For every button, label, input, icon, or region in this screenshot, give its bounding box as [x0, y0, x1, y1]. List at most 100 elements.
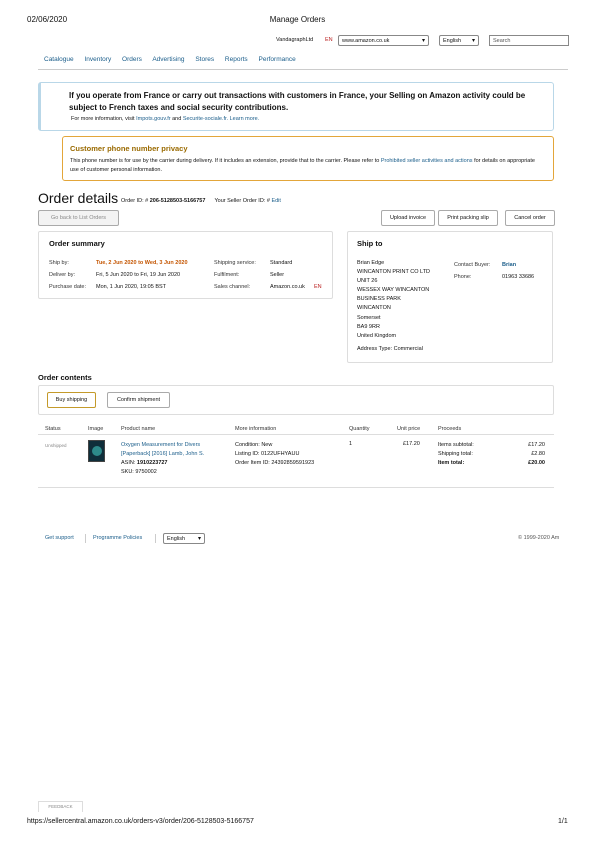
- order-item-id-value: 24392859591923: [271, 460, 315, 466]
- product-image[interactable]: [88, 440, 105, 462]
- edit-seller-order-id-link[interactable]: Edit: [271, 198, 280, 204]
- address-line: WINCANTON PRINT CO LTD: [357, 269, 431, 276]
- nav-catalogue[interactable]: Catalogue: [44, 56, 74, 63]
- condition: Condition: New: [235, 441, 314, 450]
- address-line: United Kingdom: [357, 332, 397, 339]
- footer-language-select[interactable]: English ▾: [163, 533, 205, 544]
- merchant-name[interactable]: VandagraphLtd: [276, 37, 313, 43]
- product-name-link-line2[interactable]: [Paperback] [2016] Lamb, John S.: [121, 450, 204, 459]
- sales-channel-label: Sales channel:: [214, 284, 251, 290]
- product-name-link[interactable]: Oxygen Measurement for Divers: [121, 441, 204, 450]
- shipping-address: Brian Edge WINCANTON PRINT CO LTD UNIT 2…: [357, 259, 430, 354]
- impots-link[interactable]: Impots.gouv.fr: [136, 116, 170, 122]
- table-header-divider: [38, 434, 554, 435]
- address-type-label: Address Type:: [357, 345, 393, 352]
- nav-advertising[interactable]: Advertising: [152, 56, 184, 63]
- phone-privacy-heading: Customer phone number privacy: [70, 144, 188, 153]
- items-subtotal-label: Items subtotal:: [438, 442, 474, 448]
- order-id: 206-5128503-5166757: [149, 198, 206, 204]
- item-unit-price: £17.20: [403, 441, 420, 447]
- nav-inventory[interactable]: Inventory: [84, 56, 111, 63]
- ship-to-panel: Ship to Brian Edge WINCANTON PRINT CO LT…: [347, 231, 553, 363]
- footer-language-value: English: [167, 536, 186, 542]
- shipping-total-label: Shipping total:: [438, 451, 473, 457]
- chevron-down-icon: ▾: [421, 38, 425, 44]
- search-placeholder: Search: [493, 38, 511, 44]
- sku-label: SKU:: [121, 469, 134, 475]
- language-value: English: [443, 38, 462, 44]
- upload-invoice-button[interactable]: Upload invoice: [381, 210, 435, 226]
- get-support-link[interactable]: Get support: [45, 535, 74, 541]
- order-item-id-label: Order Item ID:: [235, 460, 270, 466]
- main-nav: Catalogue Inventory Orders Advertising S…: [44, 56, 305, 63]
- item-total-label: Item total:: [438, 460, 465, 466]
- securite-sociale-link[interactable]: Securite-sociale.fr. Learn more.: [183, 116, 259, 122]
- tax-alert: If you operate from France or carry out …: [38, 82, 554, 131]
- search-input[interactable]: Search: [489, 35, 569, 46]
- programme-policies-link[interactable]: Programme Policies: [93, 535, 142, 541]
- sales-channel-value: Amazon.co.uk: [270, 284, 305, 290]
- nav-divider: [38, 69, 568, 70]
- items-subtotal-row: Items subtotal: £17.20: [438, 441, 545, 450]
- print-packing-slip-button[interactable]: Print packing slip: [438, 210, 498, 226]
- uk-flag-icon: EN: [314, 284, 322, 290]
- asin: ASIN: 1910223727: [121, 459, 204, 468]
- contact-buyer-link[interactable]: Brian: [502, 262, 516, 268]
- seller-order-id-label: Your Seller Order ID: #: [214, 198, 270, 204]
- nav-orders[interactable]: Orders: [122, 56, 142, 63]
- cancel-order-button[interactable]: Cancel order: [505, 210, 555, 226]
- item-quantity: 1: [349, 441, 353, 447]
- back-to-list-orders-button[interactable]: Go back to List Orders: [38, 210, 119, 226]
- shipping-service-value: Standard: [270, 260, 293, 266]
- address-line: Brian Edge: [357, 260, 385, 266]
- confirm-shipment-button[interactable]: Confirm shipment: [107, 392, 170, 408]
- asin-label: ASIN:: [121, 460, 136, 466]
- col-status: Status: [45, 426, 61, 432]
- marketplace-select[interactable]: www.amazon.co.uk ▾: [338, 35, 429, 46]
- item-total-row: Item total: £20.00: [438, 459, 545, 468]
- phone-privacy-text1: This phone number is for use by the carr…: [70, 158, 380, 164]
- shipping-service-label: Shipping service:: [214, 260, 256, 266]
- listing-id-label: Listing ID:: [235, 451, 260, 457]
- page-title: Order details: [38, 190, 119, 206]
- col-quantity: Quantity: [349, 426, 370, 432]
- chevron-down-icon: ▾: [197, 536, 201, 542]
- print-url: https://sellercentral.amazon.co.uk/order…: [27, 818, 254, 825]
- deliver-by-label: Deliver by:: [49, 272, 75, 278]
- order-id-label: Order ID: #: [121, 198, 149, 204]
- tax-alert-heading: If you operate from France or carry out …: [69, 91, 526, 112]
- tax-alert-prefix: For more information, visit: [71, 116, 135, 122]
- col-image: Image: [88, 426, 104, 432]
- address-line: BUSINESS PARK: [357, 296, 401, 303]
- nav-reports[interactable]: Reports: [225, 56, 248, 63]
- buy-shipping-button[interactable]: Buy shipping: [47, 392, 96, 408]
- footer-divider: [155, 534, 156, 543]
- phone-privacy-alert: Customer phone number privacy This phone…: [62, 136, 554, 181]
- prohibited-activities-link[interactable]: Prohibited seller activities and actions: [381, 158, 473, 164]
- shipping-total-row: Shipping total: £2.80: [438, 450, 545, 459]
- print-title: Manage Orders: [269, 15, 326, 24]
- address-type: Address Type: Commercial: [357, 345, 430, 354]
- sku-value: 9750002: [135, 469, 157, 475]
- phone-value: 01963 33686: [502, 274, 535, 280]
- print-page-number: 1/1: [558, 818, 568, 825]
- nav-stores[interactable]: Stores: [195, 56, 214, 63]
- purchase-date-value: Mon, 1 Jun 2020, 19:05 BST: [96, 284, 167, 290]
- purchase-date-label: Purchase date:: [49, 284, 86, 290]
- chevron-down-icon: ▾: [471, 38, 475, 44]
- more-info: Condition: New Listing ID: 0122UFHYAUU O…: [235, 441, 314, 468]
- condition-value: New: [261, 442, 273, 448]
- nav-performance[interactable]: Performance: [259, 56, 296, 63]
- address-line: BA9 9RR: [357, 323, 380, 330]
- feedback-button[interactable]: FEEDBACK: [38, 801, 83, 812]
- address-line: UNIT 26: [357, 278, 378, 285]
- item-total-value: £20.00: [528, 460, 545, 466]
- tax-alert-and: and: [172, 116, 182, 122]
- phone-privacy-text: This phone number is for use by the carr…: [70, 157, 545, 175]
- condition-label: Condition:: [235, 442, 260, 448]
- ship-by-value: Tue, 2 Jun 2020 to Wed, 3 Jun 2020: [96, 260, 188, 266]
- language-select[interactable]: English ▾: [439, 35, 479, 46]
- item-status: Unshipped: [45, 443, 67, 448]
- ship-by-label: Ship by:: [49, 260, 69, 266]
- proceeds: Items subtotal: £17.20 Shipping total: £…: [438, 441, 545, 468]
